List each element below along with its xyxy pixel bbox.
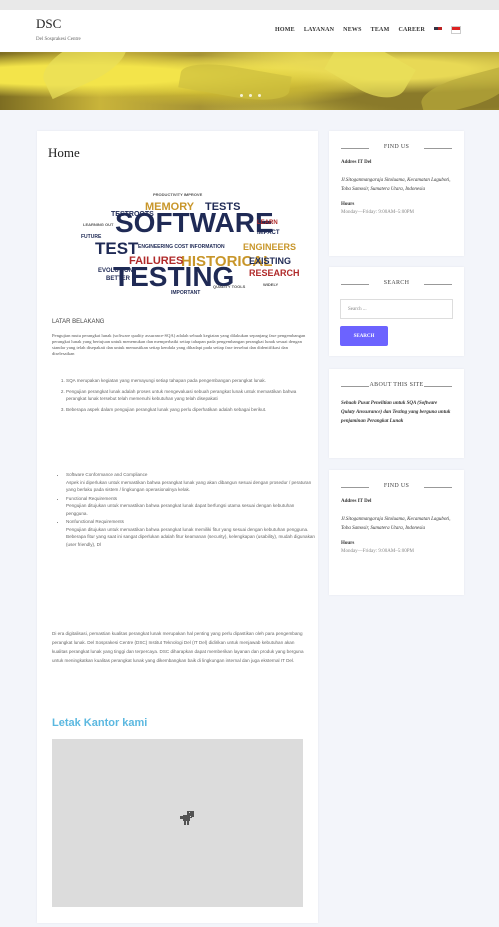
slider-dot-1[interactable] <box>240 94 243 97</box>
section-title-latar-belakang: LATAR BELAKANG <box>52 319 105 325</box>
widget-title: ABOUT THIS SITE <box>329 382 464 388</box>
address-label: Addres IT Del <box>341 160 372 165</box>
site-brand[interactable]: DSC <box>36 16 61 32</box>
list-item: Pengujian perangkat lunak adalah proses … <box>66 388 316 403</box>
nav-layanan[interactable]: LAYANAN <box>304 27 334 33</box>
about-widget: ABOUT THIS SITE Sebuah Pusat Penelitian … <box>329 369 464 458</box>
svg-text:RESEARCH: RESEARCH <box>249 268 300 278</box>
requirements-list: Software Conformance and Compliance Aspek… <box>52 471 316 549</box>
svg-text:FUTURE: FUTURE <box>81 234 102 240</box>
widget-title: SEARCH <box>329 280 464 286</box>
closing-paragraph: Di era digitalisasi, pemastian kualitas … <box>52 631 304 663</box>
about-text: Sebuah Pusat Penelitian untuk SQA (Softw… <box>341 401 451 424</box>
slider-dot-2[interactable] <box>249 94 252 97</box>
search-widget: SEARCH Search ... SEARCH <box>329 267 464 356</box>
hero-slider <box>0 52 499 110</box>
requirement-text: Pengujian ditujukan untuk memastikan bah… <box>66 503 295 516</box>
us-flag-icon[interactable] <box>434 27 442 33</box>
svg-text:ENGINEERING COST INFORMATION: ENGINEERING COST INFORMATION <box>138 244 225 250</box>
nav-career[interactable]: CAREER <box>398 27 425 33</box>
hours-label: Hours <box>341 541 355 546</box>
main-content: Home SOFTWARE TESTING TEST HISTORICAL FA… <box>37 131 318 923</box>
svg-text:PRODUCTIVITY IMPROVE: PRODUCTIVITY IMPROVE <box>153 192 203 197</box>
svg-text:ENGINEERS: ENGINEERS <box>243 242 296 252</box>
svg-text:FAILURES: FAILURES <box>129 255 183 267</box>
svg-text:LEARN: LEARN <box>257 220 278 226</box>
list-item: Beberapa aspek dalam pengujian perangkat… <box>66 406 316 414</box>
svg-text:TESTS: TESTS <box>205 201 240 213</box>
requirement-text: Aspek ini diperlukan untuk memastikan ba… <box>66 479 312 493</box>
dino-icon <box>180 811 194 825</box>
office-location-heading: Letak Kantor kami <box>52 717 148 729</box>
sqa-steps-list: SQA merupakan kegiatan yang memayungi se… <box>52 377 316 416</box>
requirement-title: Functional Requirements <box>66 495 118 501</box>
svg-text:BETTER: BETTER <box>106 276 131 282</box>
site-header: DSC Del Sosprakesi Centre HOME LAYANAN N… <box>0 10 499 52</box>
site-tagline: Del Sosprakesi Centre <box>36 37 81 42</box>
list-item: Nonfunctional Requirements Pengujian ditu… <box>66 518 316 548</box>
hours-label: Hours <box>341 202 355 207</box>
requirement-title: Nonfunctional Requirements <box>66 519 124 524</box>
svg-text:IMPORTANT: IMPORTANT <box>171 290 200 296</box>
address-label: Addres IT Del <box>341 499 372 504</box>
find-us-widget-2: FIND US Addres IT Del Jl.Sitoganmangaraj… <box>329 470 464 595</box>
intro-paragraph: Pengujian mutu perangkat lunak (software… <box>52 333 306 356</box>
search-input[interactable]: Search ... <box>340 299 453 319</box>
svg-text:EVOLUTION: EVOLUTION <box>98 268 133 274</box>
svg-text:TESTROOTS: TESTROOTS <box>111 211 154 218</box>
svg-text:EXISTING: EXISTING <box>249 256 291 266</box>
hours-text: Monday—Friday: 9:00AM–5:00PM <box>341 549 414 554</box>
address-text: Jl.Sitoganmangaraja Sitoluama, Kecamatan… <box>341 517 451 531</box>
list-item: SQA merupakan kegiatan yang memayungi se… <box>66 377 316 385</box>
slider-dot-3[interactable] <box>258 94 261 97</box>
nav-team[interactable]: TEAM <box>371 27 390 33</box>
slider-dots <box>240 94 261 97</box>
list-item: Software Conformance and Compliance Aspek… <box>66 471 316 494</box>
requirement-title: Software Conformance and Compliance <box>66 472 148 477</box>
svg-text:WIDELY: WIDELY <box>263 282 279 287</box>
search-button[interactable]: SEARCH <box>340 326 388 346</box>
main-nav: HOME LAYANAN NEWS TEAM CAREER <box>275 26 461 34</box>
find-us-widget: FIND US Addres IT Del Jl.Sitoganmangaraj… <box>329 131 464 256</box>
list-item: Functional Requirements Pengujian ditujuk… <box>66 495 316 518</box>
widget-title: FIND US <box>329 144 464 150</box>
hours-text: Monday—Friday: 9:00AM–5:00PM <box>341 210 414 215</box>
page-title: Home <box>48 145 80 160</box>
nav-home[interactable]: HOME <box>275 27 295 33</box>
id-flag-icon[interactable] <box>451 26 461 34</box>
svg-text:QUALITY TOOLS: QUALITY TOOLS <box>213 284 246 289</box>
svg-text:LEARNING OUT: LEARNING OUT <box>83 222 114 227</box>
address-text: Jl.Sitoganmangaraja Sitoluama, Kecamatan… <box>341 178 451 192</box>
widget-title: FIND US <box>329 483 464 489</box>
svg-text:IMPACT: IMPACT <box>257 230 280 236</box>
nav-news[interactable]: NEWS <box>343 27 361 33</box>
requirement-text: Pengujian ditujukan untuk memastikan bah… <box>66 526 315 547</box>
software-testing-word-cloud: SOFTWARE TESTING TEST HISTORICAL FAILURE… <box>54 178 302 302</box>
map-embed[interactable] <box>52 739 303 907</box>
